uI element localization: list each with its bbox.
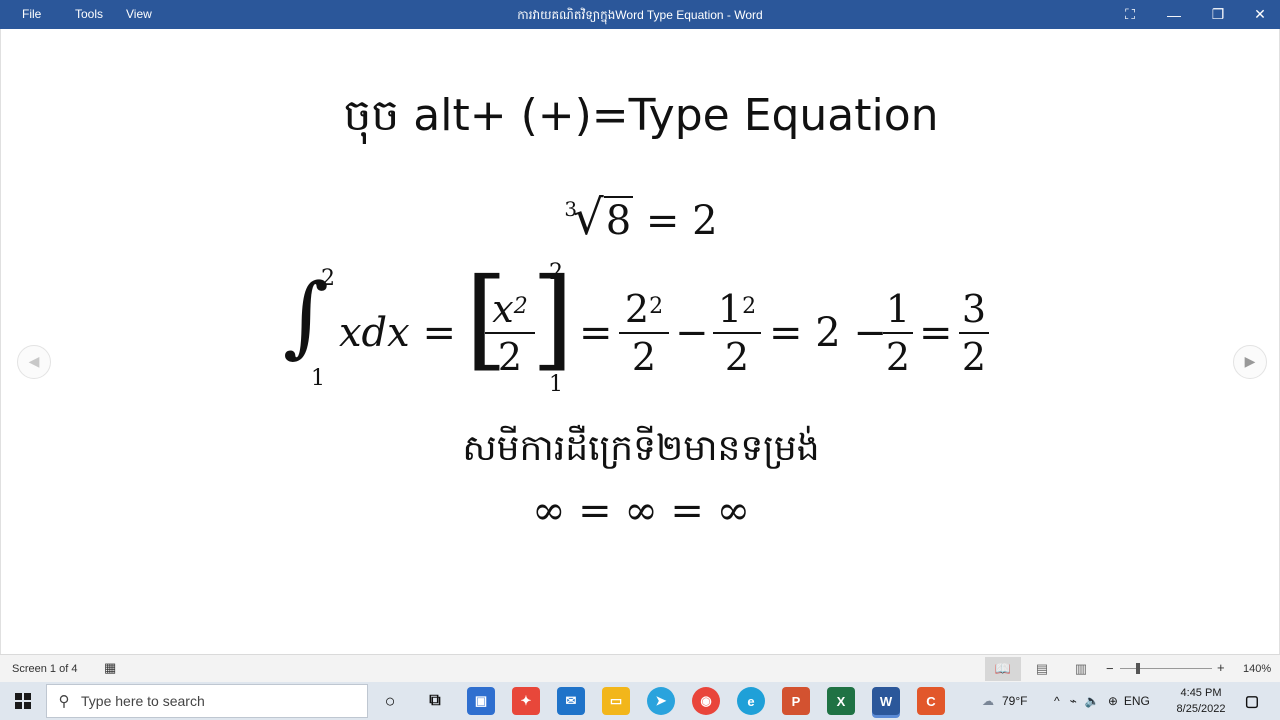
chevron-up-icon[interactable]: ^ <box>1054 694 1060 708</box>
document-area: ◀ ▶ ចុច alt+ (+)=Type Equation 3√8 = 2 ∫… <box>0 29 1280 654</box>
window-title: ការវាយគណិតវិទ្យាក្នុងWord Type Equation … <box>517 8 763 22</box>
taskbar: ⚲ Type here to search ○ ⧉ ▣ ✦ ✉ ▭ ➤ ◉ e … <box>0 682 1280 720</box>
globe-icon[interactable]: ⊕ <box>1108 694 1118 708</box>
cube-root-rhs: = 2 <box>645 198 718 244</box>
tray-icons: ^ ⌁ 🔈 ⊕ ENG <box>1054 682 1150 720</box>
excel-icon[interactable]: X <box>827 687 855 715</box>
clock-date: 8/25/2022 <box>1176 703 1226 715</box>
gift-icon[interactable]: ✦ <box>512 687 540 715</box>
zoom-out-button[interactable]: − <box>1106 661 1114 676</box>
status-bar: Screen 1 of 4 ▦ 📖 ▤ ▥ − + 140% <box>0 654 1280 682</box>
fraction-three-denominator: 2 <box>885 335 911 379</box>
volume-muted-icon[interactable]: 🔈 <box>1085 694 1100 708</box>
telegram-icon[interactable]: ➤ <box>647 687 675 715</box>
language-indicator[interactable]: ENG <box>1124 694 1150 708</box>
fraction-one-squared: 12 2 <box>713 288 761 378</box>
mail-icon[interactable]: ✉ <box>557 687 585 715</box>
fraction-two-exponent: 2 <box>742 294 757 319</box>
fraction-four-denominator: 2 <box>961 335 987 379</box>
page-heading: ចុច alt+ (+)=Type Equation <box>343 90 939 141</box>
search-placeholder: Type here to search <box>81 693 205 709</box>
cloud-icon: ☁ <box>982 694 994 708</box>
infinity-equation: ∞ = ∞ = ∞ <box>532 488 750 534</box>
root-index: 3 <box>564 197 578 221</box>
close-button[interactable]: ✕ <box>1238 0 1280 29</box>
khmer-subheading: សមីការដឺក្រេទី២មានទម្រង់ <box>462 428 820 469</box>
web-layout-button[interactable]: ▥ <box>1063 657 1099 681</box>
fraction-two-squared: 22 2 <box>619 288 669 378</box>
taskbar-search[interactable]: ⚲ Type here to search <box>46 684 368 718</box>
chevron-right-icon: ▶ <box>1244 354 1256 370</box>
read-mode-button[interactable]: 📖 <box>985 657 1021 681</box>
equals-two-minus: = 2 − <box>769 310 887 356</box>
clock[interactable]: 4:45 PM 8/25/2022 <box>1168 685 1234 717</box>
fraction-three-numerator: 1 <box>885 287 911 331</box>
bracket-lower-limit: 1 <box>549 372 563 397</box>
powerpoint-icon[interactable]: P <box>782 687 810 715</box>
focus-mode-icon[interactable]: ⛶ <box>1108 0 1152 29</box>
weather-widget[interactable]: ☁ 79°F <box>982 682 1027 720</box>
page-icon: ▤ <box>1035 661 1049 676</box>
zoom-in-button[interactable]: + <box>1217 660 1225 675</box>
fraction-one-denominator: 2 <box>631 335 657 379</box>
edge-icon[interactable]: e <box>737 687 765 715</box>
minimize-button[interactable]: — <box>1152 0 1196 29</box>
word-icon[interactable]: W <box>872 687 900 715</box>
integral-lower-limit: 1 <box>311 366 325 391</box>
radical-sign: √ <box>573 190 604 246</box>
search-icon: ⚲ <box>58 693 70 710</box>
camtasia-icon[interactable]: C <box>917 687 945 715</box>
integral-upper-limit: 2 <box>321 266 335 291</box>
fraction-one-half: 1 2 <box>883 288 913 378</box>
notifications-icon[interactable]: ▢ <box>1238 687 1266 715</box>
bracket-fraction: x2 2 <box>485 288 535 378</box>
fraction-three-halves: 3 2 <box>959 288 989 378</box>
cube-root-equation: 3√8 = 2 <box>1 190 1280 246</box>
restore-button[interactable]: ❐ <box>1196 0 1240 29</box>
store-icon[interactable]: ▣ <box>467 687 495 715</box>
file-explorer-icon[interactable]: ▭ <box>602 687 630 715</box>
bracket-upper-limit: 2 <box>549 260 563 285</box>
next-screen-button[interactable]: ▶ <box>1233 345 1267 379</box>
radicand: 8 <box>603 196 634 244</box>
fraction-four-numerator: 3 <box>961 287 987 331</box>
fraction-two-denominator: 2 <box>724 335 750 379</box>
print-layout-button[interactable]: ▤ <box>1024 657 1060 681</box>
fraction-two-numerator: 1 <box>717 287 743 331</box>
minus-sign: − <box>675 310 709 356</box>
previous-screen-button[interactable]: ◀ <box>17 345 51 379</box>
equals-sign-final: = <box>919 310 953 356</box>
fraction-one-numerator: 2 <box>624 287 650 331</box>
clock-time: 4:45 PM <box>1180 687 1222 699</box>
start-button[interactable] <box>0 682 46 720</box>
chevron-left-icon: ◀ <box>28 354 40 370</box>
integral-equation: ∫ 2 1 xdx = [ x2 2 ] 2 1 = 22 2 − 12 2 =… <box>283 260 1003 406</box>
zoom-level[interactable]: 140% <box>1243 663 1271 675</box>
fraction-one-exponent: 2 <box>649 294 664 319</box>
bracket-fraction-numerator: x <box>492 287 514 331</box>
integrand: xdx = <box>339 310 456 356</box>
book-icon: 📖 <box>994 661 1012 676</box>
document-stats-icon[interactable]: ▦ <box>104 660 116 676</box>
bracket-fraction-exponent: 2 <box>513 294 528 319</box>
weather-temp: 79°F <box>1002 694 1028 708</box>
bracket-fraction-denominator: 2 <box>497 335 523 379</box>
zoom-slider-track[interactable] <box>1120 668 1212 669</box>
zoom-slider-thumb[interactable] <box>1136 663 1140 674</box>
screen-indicator: Screen 1 of 4 <box>12 663 78 675</box>
windows-logo-icon <box>15 693 31 709</box>
task-view-icon[interactable]: ⧉ <box>421 687 449 715</box>
cortana-icon[interactable]: ○ <box>376 687 404 715</box>
network-icon[interactable]: ⌁ <box>1070 694 1077 708</box>
chrome-icon[interactable]: ◉ <box>692 687 720 715</box>
web-page-icon: ▥ <box>1074 661 1088 676</box>
title-bar: File Tools View ការវាយគណិតវិទ្យាក្នុងWor… <box>0 0 1280 29</box>
equals-sign: = <box>579 310 613 356</box>
